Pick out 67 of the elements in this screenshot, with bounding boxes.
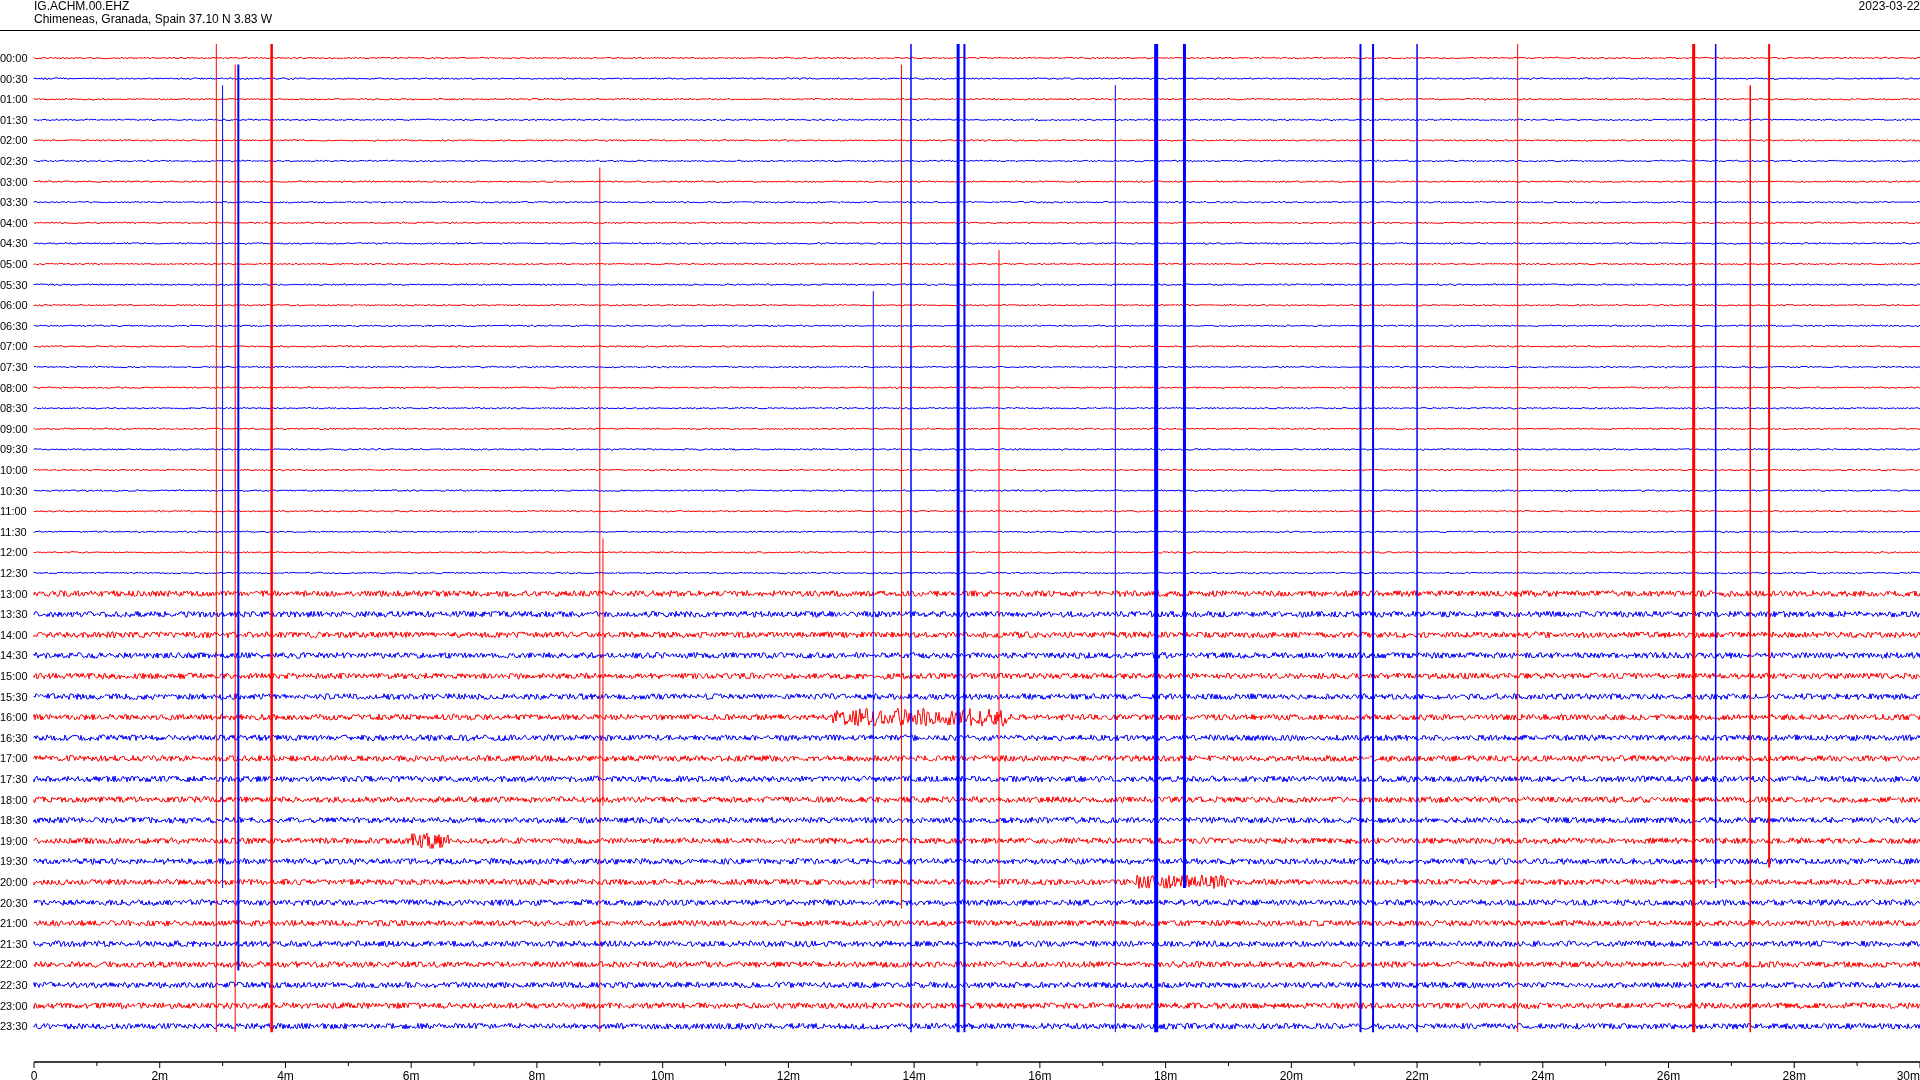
row-time-label: 09:30 — [0, 443, 28, 456]
row-time-label: 01:30 — [0, 113, 28, 126]
axis-tick-label: 10m — [651, 1069, 675, 1080]
row-time-label: 07:00 — [0, 340, 28, 353]
row-time-label: 13:30 — [0, 608, 28, 621]
row-time-label: 22:30 — [0, 979, 28, 991]
axis-tick-label: 4m — [277, 1069, 294, 1080]
row-time-label: 16:30 — [0, 731, 28, 744]
row-time-label: 02:30 — [0, 155, 28, 167]
row-time-label: 22:00 — [0, 958, 28, 971]
axis-tick-label: 22m — [1405, 1069, 1429, 1080]
row-time-label: 18:30 — [0, 814, 28, 827]
row-time-label: 09:00 — [0, 422, 28, 435]
row-time-label: 07:30 — [0, 361, 28, 373]
row-time-label: 08:30 — [0, 402, 28, 415]
station-location: Chimeneas, Granada, Spain 37.10 N 3.83 W — [34, 13, 273, 26]
row-time-label: 10:30 — [0, 484, 28, 497]
row-time-label: 04:30 — [0, 237, 28, 250]
row-time-label: 11:30 — [0, 525, 27, 538]
axis-tick-label: 30m — [1896, 1069, 1920, 1080]
axis-tick-label: 28m — [1782, 1069, 1806, 1080]
row-time-label: 08:00 — [0, 381, 28, 394]
axis-tick-label: 0 — [30, 1069, 38, 1080]
row-time-label: 03:30 — [0, 196, 28, 209]
axis-tick-label: 6m — [402, 1069, 420, 1080]
row-time-label: 23:30 — [0, 1020, 28, 1033]
row-time-label: 12:00 — [0, 546, 28, 559]
row-time-label: 21:30 — [0, 937, 28, 950]
axis-tick-label: 12m — [776, 1069, 801, 1080]
row-time-label: 19:30 — [0, 855, 28, 868]
row-time-label: 21:00 — [0, 917, 28, 930]
axis-tick-label: 16m — [1028, 1069, 1052, 1080]
row-time-label: 17:30 — [0, 773, 28, 785]
axis-tick-label: 26m — [1656, 1069, 1681, 1080]
row-time-label: 01:00 — [0, 93, 28, 106]
row-time-label: 04:00 — [0, 216, 28, 229]
row-time-label: 06:30 — [0, 319, 28, 332]
row-time-label: 15:00 — [0, 670, 28, 682]
row-time-label: 11:00 — [0, 505, 27, 518]
row-time-label: 03:00 — [0, 175, 28, 188]
row-time-label: 02:00 — [0, 134, 28, 147]
axis-tick-label: 20m — [1279, 1069, 1303, 1080]
row-time-label: 05:30 — [0, 278, 28, 291]
axis-tick-label: 14m — [902, 1069, 926, 1080]
row-time-label: 12:30 — [0, 567, 28, 579]
row-time-label: 10:00 — [0, 464, 28, 476]
row-time-label: 18:00 — [0, 793, 28, 806]
axis-tick-label: 2m — [151, 1069, 169, 1080]
axis-tick-label: 8m — [528, 1069, 546, 1080]
row-time-label: 14:30 — [0, 649, 28, 662]
row-time-label: 05:00 — [0, 258, 28, 270]
row-time-label: 14:00 — [0, 628, 28, 641]
row-time-label: 15:30 — [0, 690, 28, 703]
row-time-label: 19:00 — [0, 834, 28, 847]
axis-tick-label: 24m — [1531, 1069, 1555, 1080]
row-time-label: 00:30 — [0, 72, 28, 85]
row-time-label: 13:00 — [0, 587, 28, 600]
row-time-label: 16:00 — [0, 711, 28, 724]
row-time-label: 00:00 — [0, 52, 28, 64]
row-time-label: 23:00 — [0, 999, 28, 1012]
axis-tick-label: 18m — [1153, 1069, 1178, 1080]
row-time-label: 20:00 — [0, 876, 28, 888]
date-label: 2023-03-22 — [1858, 0, 1920, 15]
row-time-label: 17:00 — [0, 752, 28, 765]
station-code: IG.ACHM.00.EHZ — [34, 0, 131, 13]
row-time-label: 20:30 — [0, 896, 28, 909]
row-time-label: 06:00 — [0, 299, 28, 312]
